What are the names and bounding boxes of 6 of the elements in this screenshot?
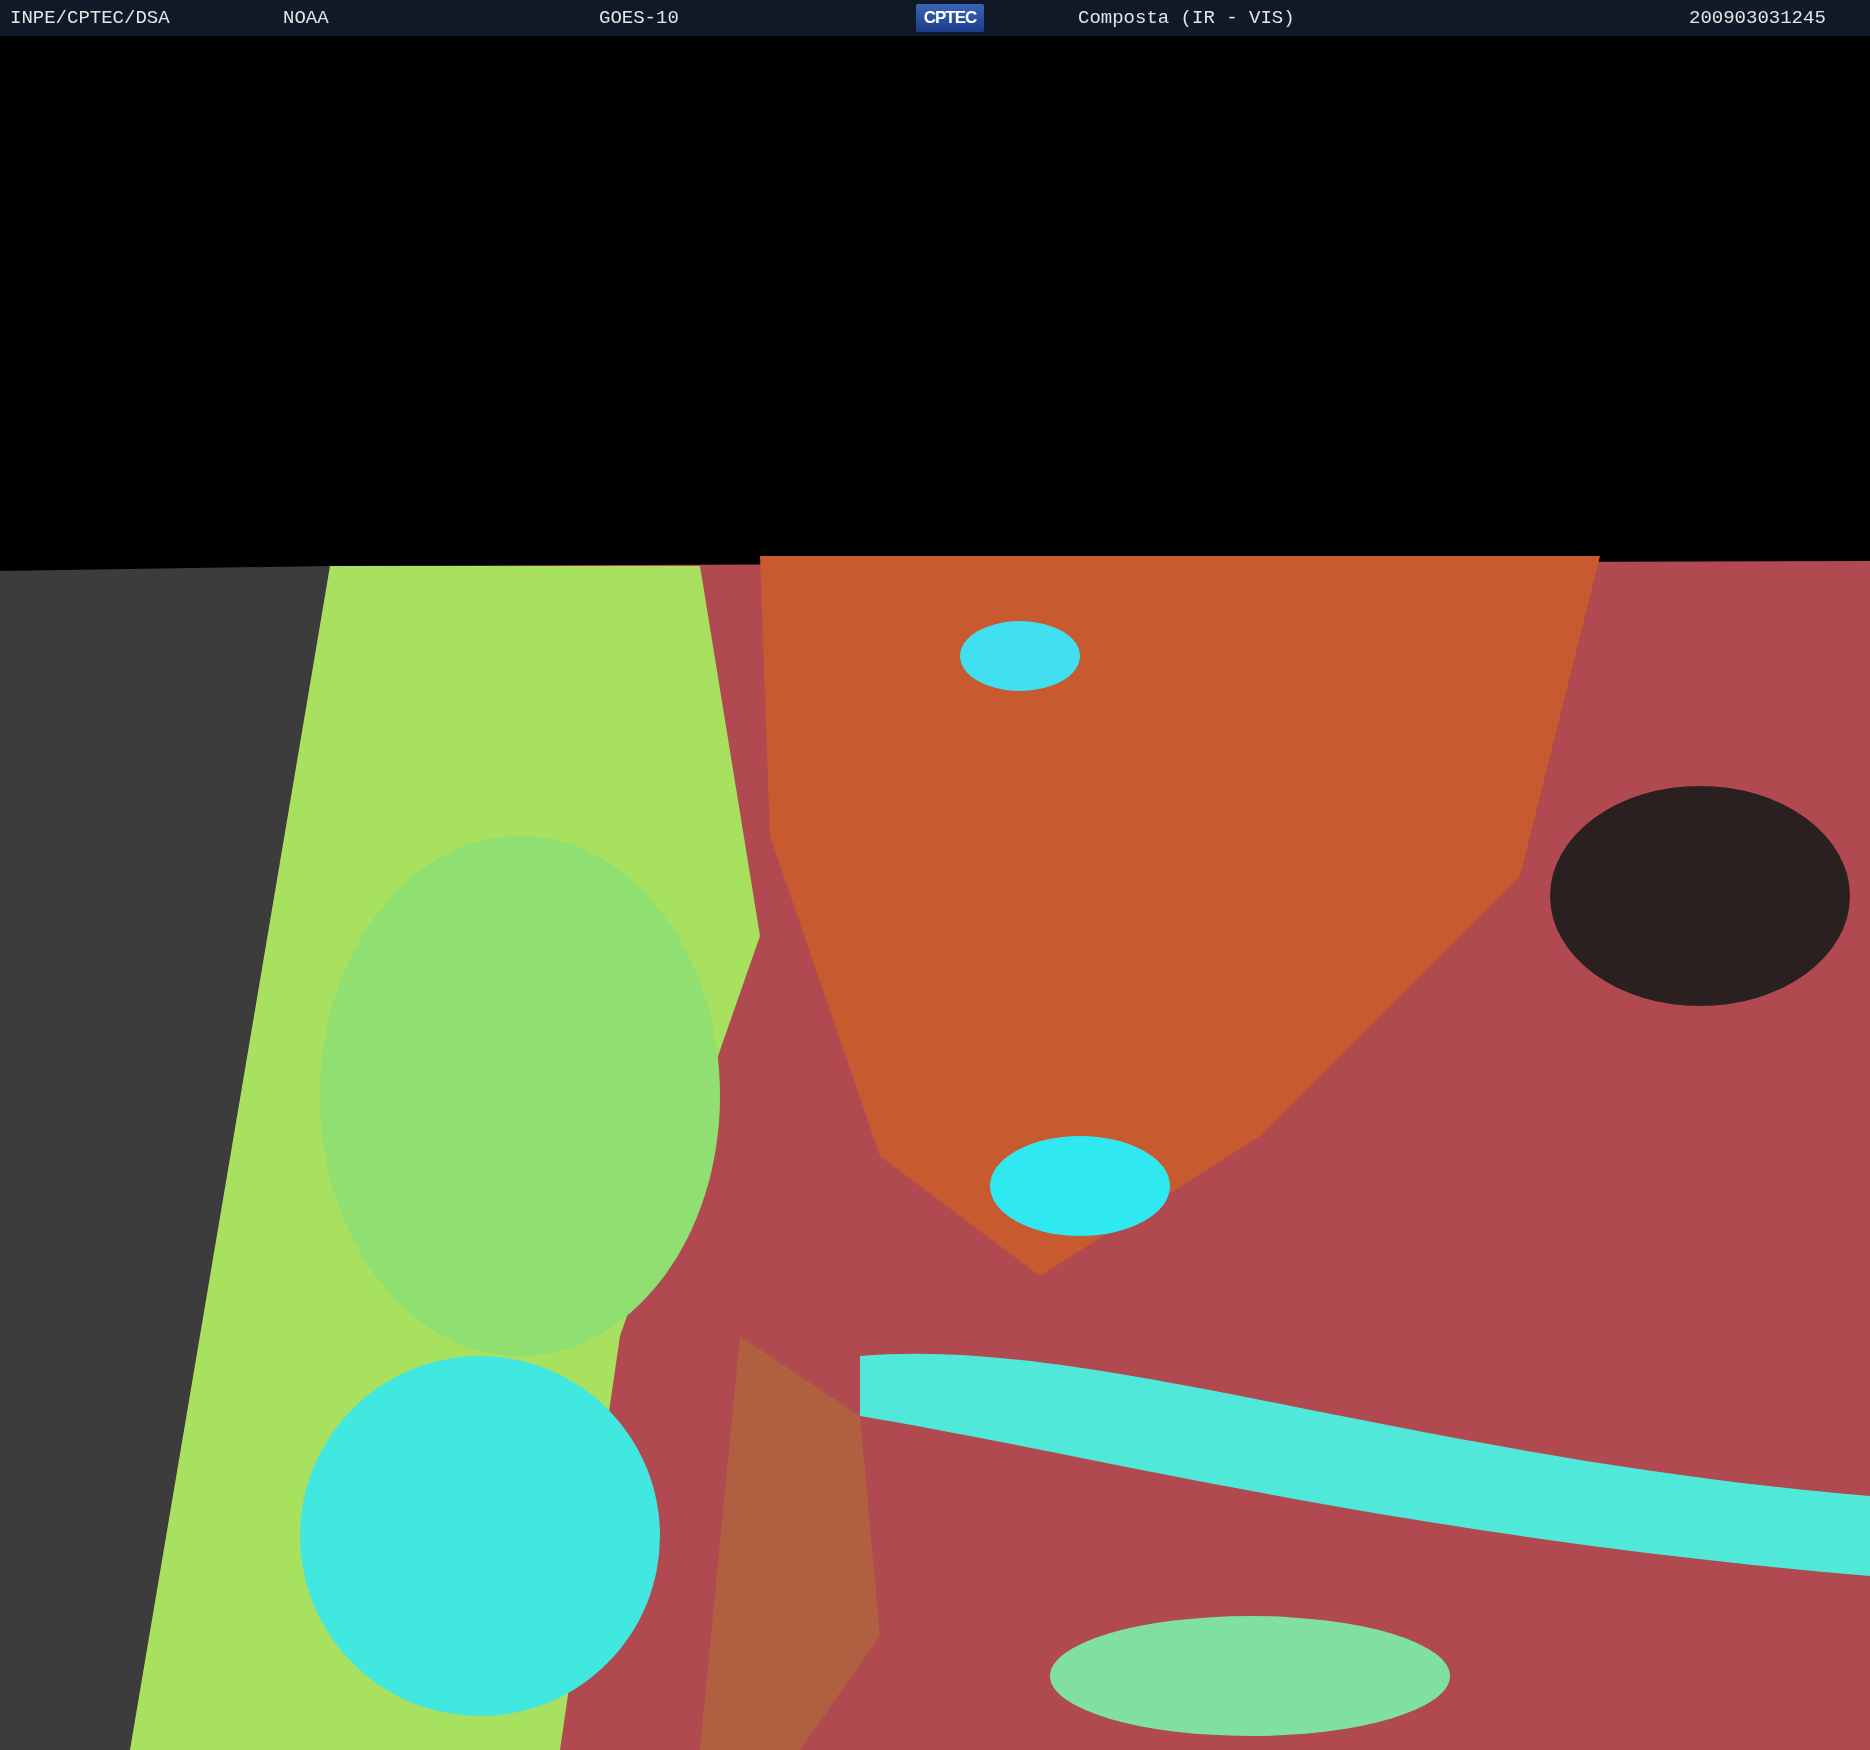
logo: CPTEC [916, 4, 984, 32]
header-label: GOES-10 [599, 7, 679, 29]
header-label: INPE/CPTEC/DSA [10, 7, 170, 29]
header-label: NOAA [283, 7, 329, 29]
header-label: Composta (IR - VIS) [1078, 7, 1295, 29]
header-label: 200903031245 [1689, 7, 1826, 29]
